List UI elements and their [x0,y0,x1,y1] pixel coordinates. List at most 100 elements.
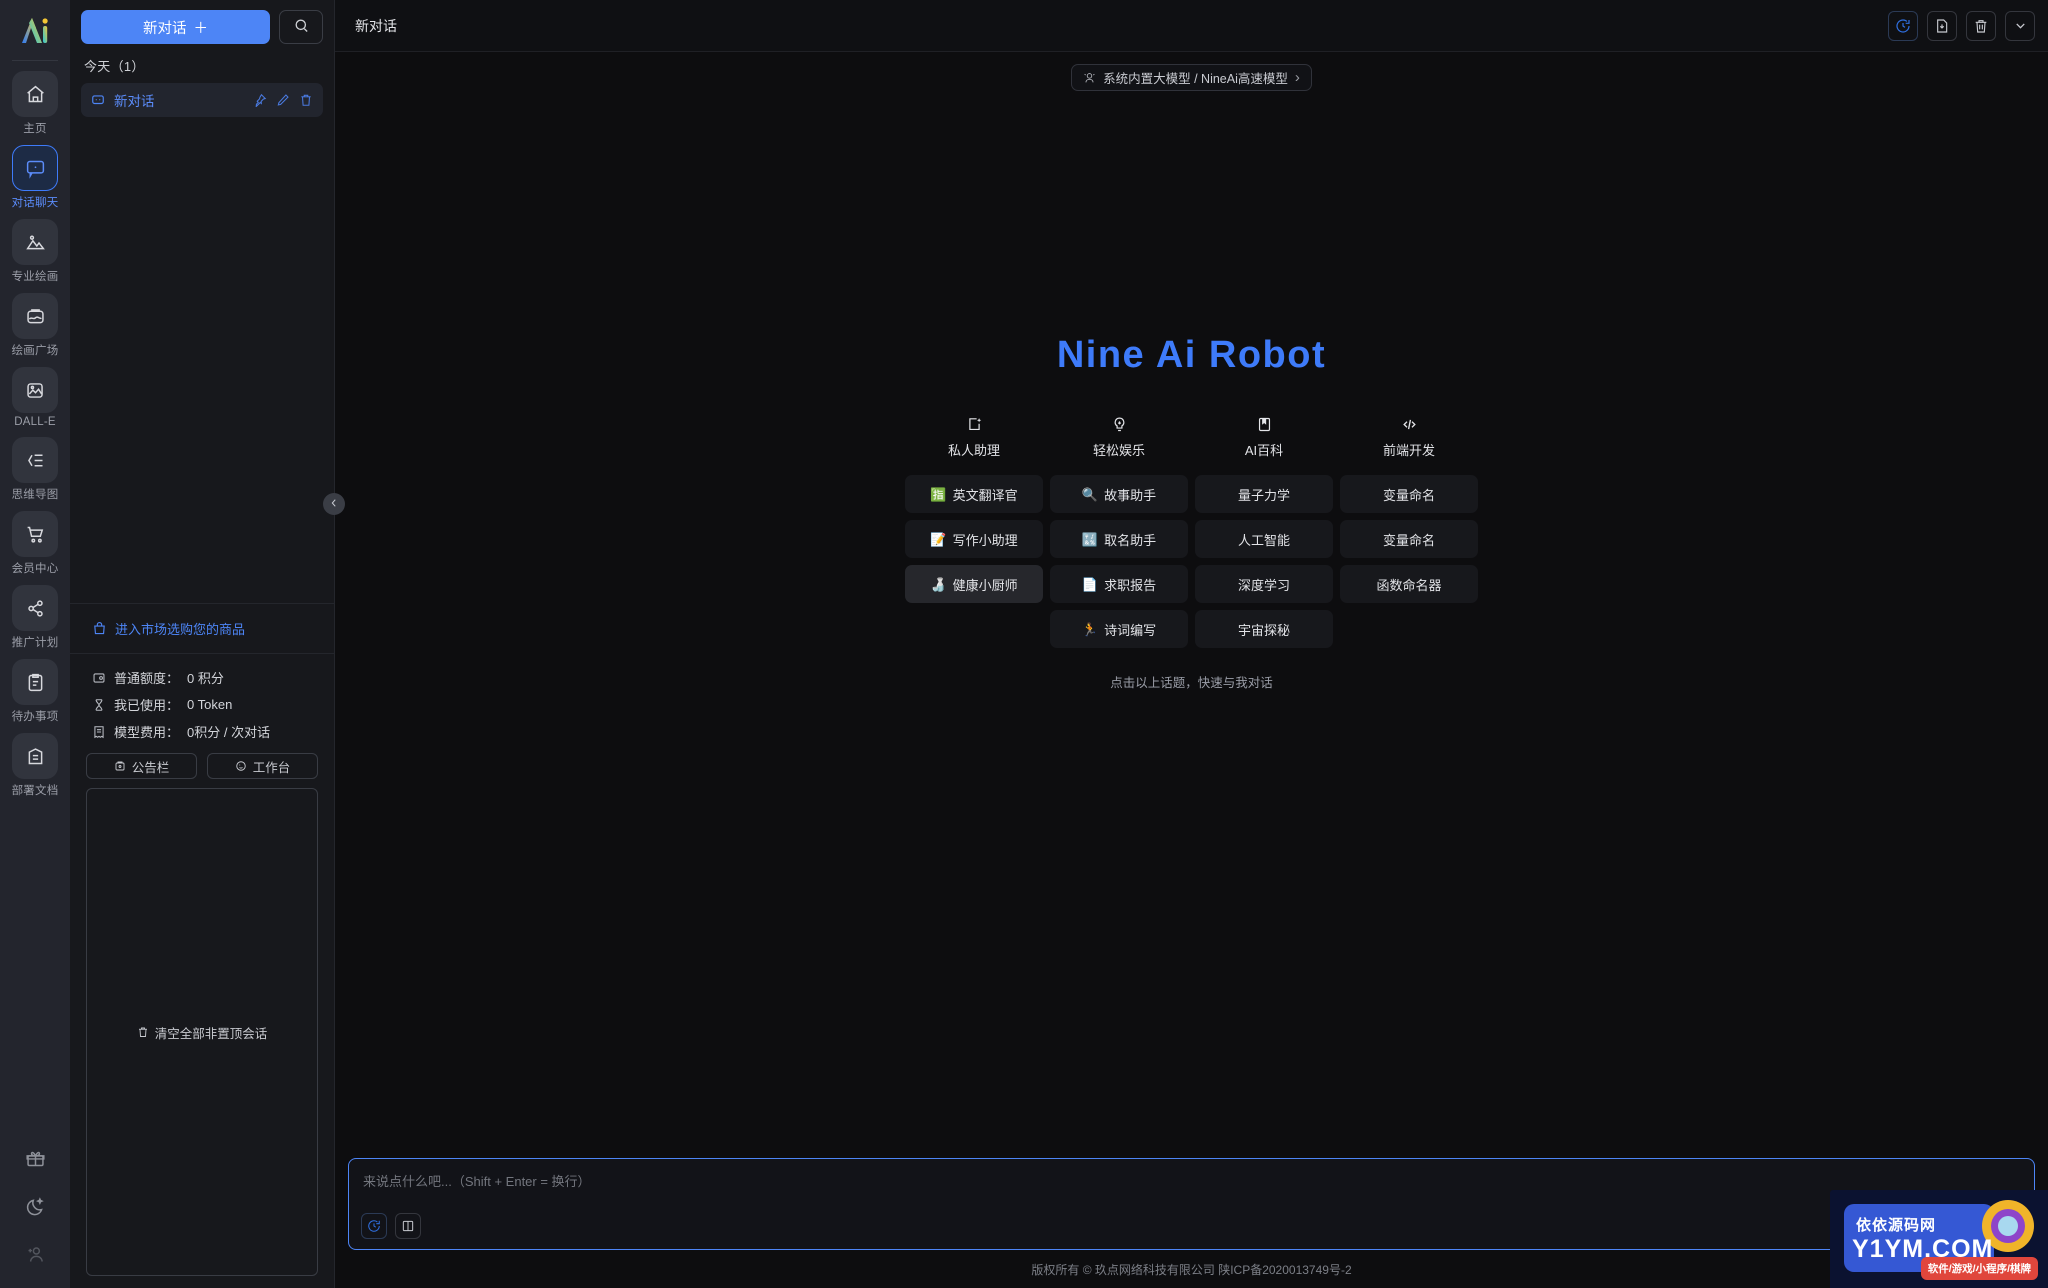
search-button[interactable] [279,10,323,44]
assistant-icon [966,415,983,433]
sidebar-item-drawing[interactable]: 专业绘画 [7,219,63,284]
category-entertainment[interactable]: 轻松娱乐 [1050,415,1188,459]
market-link-label: 进入市场选购您的商品 [115,622,246,637]
home-icon [12,71,58,117]
composer[interactable]: 来说点什么吧...（Shift + Enter = 换行） [348,1158,2035,1250]
hourglass-icon [92,698,106,712]
model-selector[interactable]: 系统内置大模型 / NineAi高速模型 › [1071,63,1312,91]
stat-value: 0积分 / 次对话 [187,725,271,740]
message-input[interactable]: 来说点什么吧...（Shift + Enter = 换行） [363,1171,2020,1190]
topic-label: 变量命名 [1382,487,1435,503]
topic-emoji-icon: 🔣 [1081,531,1099,547]
workbench-button[interactable]: 工作台 [207,753,318,779]
topic-card-empty [1340,610,1478,648]
sidebar-item-todo[interactable]: 待办事项 [7,659,63,724]
gift-icon[interactable] [13,1136,57,1180]
sidebar-collapse-handle[interactable] [323,493,345,515]
rail-bottom-group [0,1136,70,1280]
topic-emoji-icon: 📝 [930,531,947,547]
sidebar-item-chat[interactable]: 对话聊天 [7,145,63,210]
topic-card[interactable]: 深度学习 [1195,565,1333,603]
sidebar-item-label: 会员中心 [11,563,59,575]
stat-model-cost: 模型费用： 0积分 / 次对话 [70,722,334,749]
stat-label: 普通额度： [114,671,180,686]
sidebar-item-home[interactable]: 主页 [7,71,63,136]
category-assistant[interactable]: 私人助理 [905,415,1043,459]
model-bar: 系统内置大模型 / NineAi高速模型 › [335,52,2048,102]
stat-label: 模型费用： [114,725,180,740]
topic-label: 人工智能 [1237,532,1290,548]
topic-card[interactable]: 🍶 健康小厨师 [905,565,1043,603]
sidebar-item-mindmap[interactable]: 思维导图 [7,437,63,502]
trash-icon [137,1026,149,1038]
model-label: 系统内置大模型 / NineAi高速模型 [1103,71,1288,86]
share-icon [12,585,58,631]
announcement-button[interactable]: 公告栏 [86,753,197,779]
sidebar-item-label: 部署文档 [11,785,59,797]
rail-divider [12,60,58,61]
sidebar-item-dalle[interactable]: DALL-E [7,367,63,428]
sidebar-item-member[interactable]: 会员中心 [7,511,63,576]
footer-copyright: 版权所有 © 玖点网络科技有限公司 陕ICP备2020013749号-2 [1031,1262,1352,1277]
workbench-label: 工作台 [252,760,291,775]
list-item[interactable]: 新对话 [81,83,323,117]
watermark: 依依源码网 Y1YM.COM 软件/游戏/小程序/棋牌 [1830,1190,2048,1288]
topic-card[interactable]: 函数命名器 [1340,565,1478,603]
category-label: 轻松娱乐 [1092,443,1145,458]
history-icon[interactable] [361,1213,387,1239]
topic-card[interactable]: 变量命名 [1340,520,1478,558]
topic-card[interactable]: 🔣 取名助手 [1050,520,1188,558]
topic-card[interactable]: 📝 写作小助理 [905,520,1043,558]
sidebar-item-label: DALL-E [14,416,56,428]
shop-icon [92,621,107,636]
category-label: 前端开发 [1382,443,1435,458]
sidebar-action-row: 公告栏 工作台 [70,749,334,779]
stat-used: 我已使用： 0 Token [70,695,334,722]
topic-label: 求职报告 [1104,577,1157,593]
panel-icon[interactable] [395,1213,421,1239]
pin-icon[interactable] [253,93,267,107]
conversation-title: 新对话 [114,94,155,109]
topic-card[interactable]: 📄 求职报告 [1050,565,1188,603]
usage-stats: 普通额度： 0 积分 我已使用： 0 Token 模型费用： 0积分 / 次对话 [70,653,334,749]
mindmap-icon [12,437,58,483]
chat-bubble-icon [91,93,105,107]
moon-icon[interactable] [13,1184,57,1228]
topic-card[interactable]: 人工智能 [1195,520,1333,558]
sidebar-item-gallery[interactable]: 绘画广场 [7,293,63,358]
new-chat-button[interactable]: 新对话 ＋ [81,10,270,44]
photo-edit-icon [12,367,58,413]
topic-card[interactable]: 量子力学 [1195,475,1333,513]
sidebar-item-promotion[interactable]: 推广计划 [7,585,63,650]
topic-card[interactable]: 宇宙探秘 [1195,610,1333,648]
topic-card[interactable]: 🈯 英文翻译官 [905,475,1043,513]
category-frontend[interactable]: 前端开发 [1340,415,1478,459]
search-icon [293,17,310,37]
topic-card[interactable]: 🔍 故事助手 [1050,475,1188,513]
topic-label: 英文翻译官 [952,487,1018,503]
category-encyclopedia[interactable]: AI百科 [1195,415,1333,459]
sidebar-item-label: 主页 [23,123,47,135]
topic-card[interactable]: 变量命名 [1340,475,1478,513]
delete-icon[interactable] [1966,10,1996,41]
megaphone-icon [114,760,126,772]
sidebar-item-label: 专业绘画 [11,271,59,283]
main-area: 新对话 系统内置大模型 / NineAi高速模型 › Nine Ai Robot… [335,0,2048,1288]
chevron-down-icon[interactable] [2005,10,2035,41]
topic-emoji-icon: 🈯 [930,486,947,502]
history-icon[interactable] [1888,10,1918,41]
add-user-icon[interactable] [13,1232,57,1276]
topic-label: 写作小助理 [952,532,1018,548]
ai-logo[interactable] [11,6,59,54]
sidebar-top-bar: 新对话 ＋ [70,0,334,44]
topic-card[interactable]: 🏃 诗词编写 [1050,610,1188,648]
sidebar-item-docs[interactable]: 部署文档 [7,733,63,798]
sidebar-item-label: 思维导图 [11,489,59,501]
save-file-icon[interactable] [1927,10,1957,41]
clear-conversations-button[interactable]: 清空全部非置顶会话 [86,788,318,1276]
topic-label: 量子力学 [1237,487,1290,503]
announcement-label: 公告栏 [131,760,170,775]
delete-icon[interactable] [299,93,313,107]
market-link[interactable]: 进入市场选购您的商品 [70,603,334,653]
edit-icon[interactable] [276,93,290,107]
